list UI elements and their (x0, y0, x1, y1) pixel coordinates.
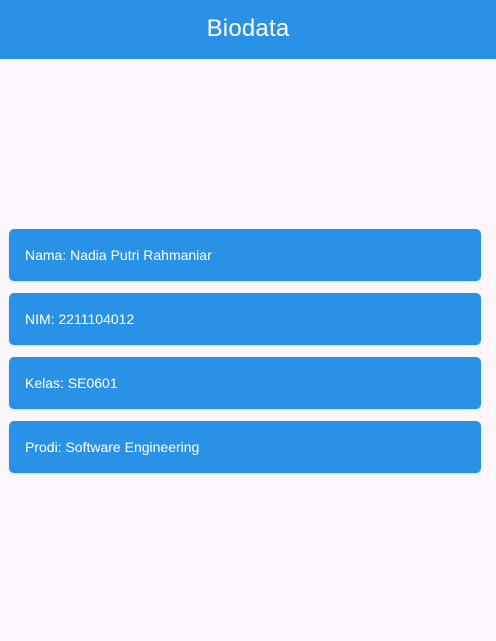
biodata-screen: Biodata Nama: Nadia Putri Rahmaniar NIM:… (0, 0, 496, 641)
biodata-list: Nama: Nadia Putri Rahmaniar NIM: 2211104… (9, 229, 481, 485)
biodata-nama-text: Nama: Nadia Putri Rahmaniar (25, 247, 212, 263)
app-bar: Biodata (0, 0, 496, 59)
biodata-card-kelas: Kelas: SE0601 (9, 357, 481, 409)
biodata-card-prodi: Prodi: Software Engineering (9, 421, 481, 473)
biodata-card-nim: NIM: 2211104012 (9, 293, 481, 345)
page-title: Biodata (206, 14, 290, 42)
biodata-prodi-text: Prodi: Software Engineering (25, 439, 200, 455)
biodata-kelas-text: Kelas: SE0601 (25, 375, 118, 391)
biodata-nim-text: NIM: 2211104012 (25, 311, 135, 327)
biodata-card-nama: Nama: Nadia Putri Rahmaniar (9, 229, 481, 281)
